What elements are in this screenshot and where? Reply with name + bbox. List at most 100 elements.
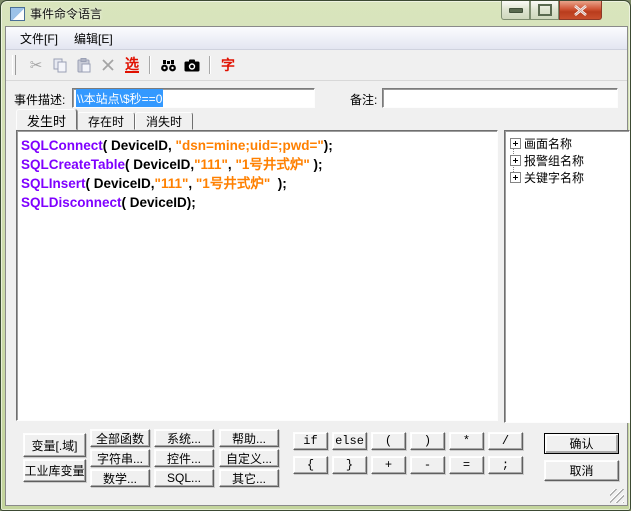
code-token: ); [324,138,333,153]
tab-while-exist[interactable]: 存在时 [77,112,135,130]
all-functions-button[interactable]: 全部函数 [90,429,150,447]
toolbar-separator [149,56,151,74]
menu-edit[interactable]: 编辑[E] [66,28,121,49]
code-token: ( DeviceID, [125,157,194,172]
other-functions-button[interactable]: 其它... [219,469,279,487]
delete-button[interactable] [96,54,120,76]
op-lparen-button[interactable]: ( [371,432,406,450]
tab-strip: 发生时 存在时 消失时 [16,109,193,130]
tree-item-label: 关键字名称 [524,169,584,186]
tree-item-alarm-groups[interactable]: 报警组名称 [507,152,627,169]
name-tree-panel: 画面名称 报警组名称 关键字名称 [504,130,630,423]
op-plus-button[interactable]: + [371,456,406,474]
code-token: ( DeviceID); [122,195,196,210]
dialog-window: 事件命令语言 文件[F] 编辑[E] [0,0,631,511]
window-controls [501,1,602,20]
code-token: SQLCreateTable [21,157,125,172]
note-input[interactable] [382,88,618,108]
op-lbrace-button[interactable]: { [293,456,328,474]
find-button[interactable] [156,54,180,76]
toolbar-separator [209,56,211,74]
menu-bar: 文件[F] 编辑[E] [6,27,627,50]
window-title: 事件命令语言 [30,5,102,22]
op-multiply-button[interactable]: * [449,432,484,450]
minimize-button[interactable] [501,1,530,20]
copy-icon [53,58,67,73]
op-divide-button[interactable]: / [488,432,523,450]
menu-file[interactable]: 文件[F] [12,28,66,49]
expand-plus-icon[interactable] [510,155,521,166]
code-token: SQLConnect [21,138,103,153]
expand-plus-icon[interactable] [510,138,521,149]
scissors-icon: ✂ [30,56,43,74]
maximize-icon [538,4,552,16]
op-equals-button[interactable]: = [449,456,484,474]
client-area: 文件[F] 编辑[E] ✂ [5,26,628,506]
op-rparen-button[interactable]: ) [410,432,445,450]
math-functions-button[interactable]: 数学... [90,469,150,487]
camera-icon [184,59,200,72]
string-functions-button[interactable]: 字符串... [90,449,150,467]
app-icon [10,7,25,21]
tree-item-screens[interactable]: 画面名称 [507,135,627,152]
event-desc-label: 事件描述: [14,91,65,108]
paste-icon [77,58,91,73]
tab-on-disappear[interactable]: 消失时 [135,112,193,130]
maximize-button[interactable] [530,1,559,20]
paste-button[interactable] [72,54,96,76]
tree-item-label: 画面名称 [524,135,572,152]
code-token: ); [310,157,323,172]
confirm-button[interactable]: 确认 [544,433,619,454]
cancel-button[interactable]: 取消 [544,460,619,481]
font-button[interactable]: 字 [216,54,240,76]
code-token: SQLDisconnect [21,195,122,210]
resize-grip[interactable] [610,489,624,503]
help-functions-button[interactable]: 帮助... [219,429,279,447]
event-desc-value: \\本站点\$秒==0 [76,89,163,108]
title-bar[interactable]: 事件命令语言 [1,1,630,26]
code-token: "1号井式炉" [235,157,309,172]
control-functions-button[interactable]: 控件... [154,449,214,467]
system-functions-button[interactable]: 系统... [154,429,214,447]
variable-field-button[interactable]: 变量[.域] [23,433,86,457]
tab-on-occur[interactable]: 发生时 [16,109,77,130]
code-token: "dsn=mine;uid=;pwd=" [176,138,324,153]
select-label: 选 [125,58,139,73]
note-label: 备注: [350,91,377,108]
copy-button[interactable] [48,54,72,76]
expand-plus-icon[interactable] [510,172,521,183]
tree-item-keywords[interactable]: 关键字名称 [507,169,627,186]
cut-button[interactable]: ✂ [24,54,48,76]
script-editor[interactable]: SQLConnect( DeviceID, "dsn=mine;uid=;pwd… [16,130,498,421]
custom-functions-button[interactable]: 自定义... [219,449,279,467]
toolbar-grip[interactable] [12,55,16,75]
code-token: , [188,176,196,191]
code-line: SQLInsert( DeviceID,"111", "1号井式炉" ); [21,174,493,193]
code-line: SQLDisconnect( DeviceID); [21,193,493,212]
code-token: ( DeviceID, [103,138,176,153]
code-token: "111" [155,176,189,191]
select-button[interactable]: 选 [120,54,144,76]
snapshot-button[interactable] [180,54,204,76]
code-token: SQLInsert [21,176,86,191]
op-semicolon-button[interactable]: ; [488,456,523,474]
op-minus-button[interactable]: - [410,456,445,474]
sql-functions-button[interactable]: SQL... [154,469,214,487]
tree-item-label: 报警组名称 [524,152,584,169]
code-line: SQLConnect( DeviceID, "dsn=mine;uid=;pwd… [21,136,493,155]
industrial-db-variable-button[interactable]: 工业库变量 [23,459,86,482]
code-token: ); [270,176,287,191]
code-token: "1号井式炉" [196,176,270,191]
op-else-button[interactable]: else [332,432,367,450]
font-label: 字 [221,55,235,75]
op-rbrace-button[interactable]: } [332,456,367,474]
close-button[interactable] [559,1,602,20]
code-token: "111" [194,157,228,172]
binoculars-icon [160,59,177,72]
op-if-button[interactable]: if [293,432,328,450]
close-icon [574,5,587,16]
code-token: ( DeviceID, [86,176,155,191]
event-desc-input[interactable]: \\本站点\$秒==0 [72,88,315,108]
delete-x-icon [102,59,114,71]
code-line: SQLCreateTable( DeviceID,"111", "1号井式炉" … [21,155,493,174]
